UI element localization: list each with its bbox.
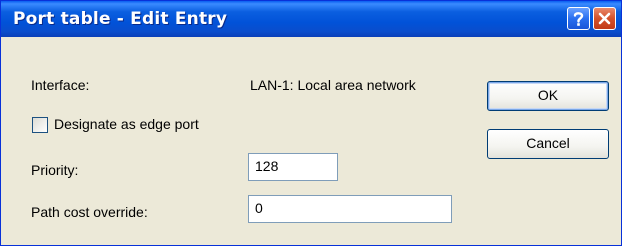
edit-entry-dialog: Port table - Edit Entry Interface: LAN-1…	[0, 0, 622, 246]
priority-label: Priority:	[31, 162, 79, 178]
dialog-body: Interface: LAN-1: Local area network Des…	[1, 37, 621, 245]
interface-label: Interface:	[31, 77, 90, 93]
path-cost-label: Path cost override:	[31, 204, 148, 220]
path-cost-input[interactable]: 0	[248, 195, 452, 223]
cancel-button[interactable]: Cancel	[487, 129, 609, 159]
title-bar[interactable]: Port table - Edit Entry	[1, 1, 621, 37]
help-button[interactable]	[567, 7, 590, 30]
edge-port-checkbox[interactable]	[32, 117, 48, 133]
question-mark-icon	[573, 12, 584, 26]
interface-value: LAN-1: Local area network	[250, 77, 416, 93]
close-button[interactable]	[593, 7, 616, 30]
ok-button[interactable]: OK	[487, 81, 609, 111]
priority-input[interactable]: 128	[248, 153, 338, 181]
edge-port-label[interactable]: Designate as edge port	[54, 116, 199, 132]
window-title: Port table - Edit Entry	[13, 9, 228, 29]
close-x-icon	[598, 12, 611, 25]
